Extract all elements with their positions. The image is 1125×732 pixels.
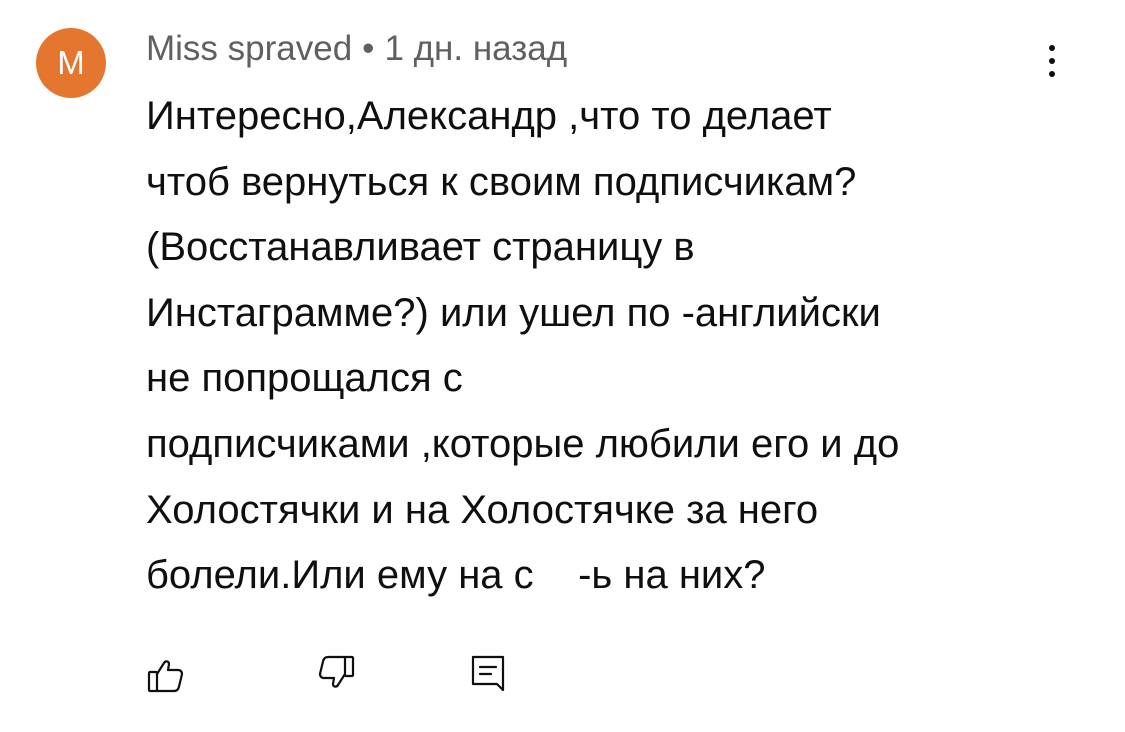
separator-dot: • <box>362 29 375 68</box>
comment-line: болели.Или ему на с -ь на них? <box>146 553 766 598</box>
reply-comment-icon <box>471 655 505 692</box>
comment-timestamp[interactable]: 1 дн. назад <box>384 29 567 68</box>
thumbs-down-icon <box>318 655 355 688</box>
dislike-button[interactable] <box>312 650 360 698</box>
comment-line: (Восстанавливает страницу в <box>146 225 695 270</box>
author-name[interactable]: Miss spraved <box>146 29 352 68</box>
more-dot <box>1049 45 1055 51</box>
comment-actions <box>0 650 1125 700</box>
more-dot <box>1049 71 1055 77</box>
comment-line: Холостячки и на Холостячке за него <box>146 487 819 532</box>
comment-line: Интересно,Александр ,что то делает <box>146 94 832 138</box>
comment-line: чтоб вернуться к своим подписчикам? <box>146 159 857 204</box>
more-dot <box>1049 58 1055 64</box>
like-button[interactable] <box>142 650 190 698</box>
more-options-button[interactable] <box>1032 38 1072 84</box>
comment-line: Инстаграмме?) или ушел по -английски <box>146 290 881 335</box>
comment-line: не попрощался с <box>146 356 463 401</box>
comment-text: Интересно,Александр ,что то делает чтоб … <box>146 84 1106 609</box>
reply-button[interactable] <box>464 650 512 698</box>
comment-line: подписчиками ,которые любили его и до <box>146 421 900 466</box>
comment-header: Miss spraved • 1 дн. назад <box>146 26 567 72</box>
thumbs-up-icon <box>147 660 184 693</box>
avatar[interactable]: M <box>36 28 106 98</box>
